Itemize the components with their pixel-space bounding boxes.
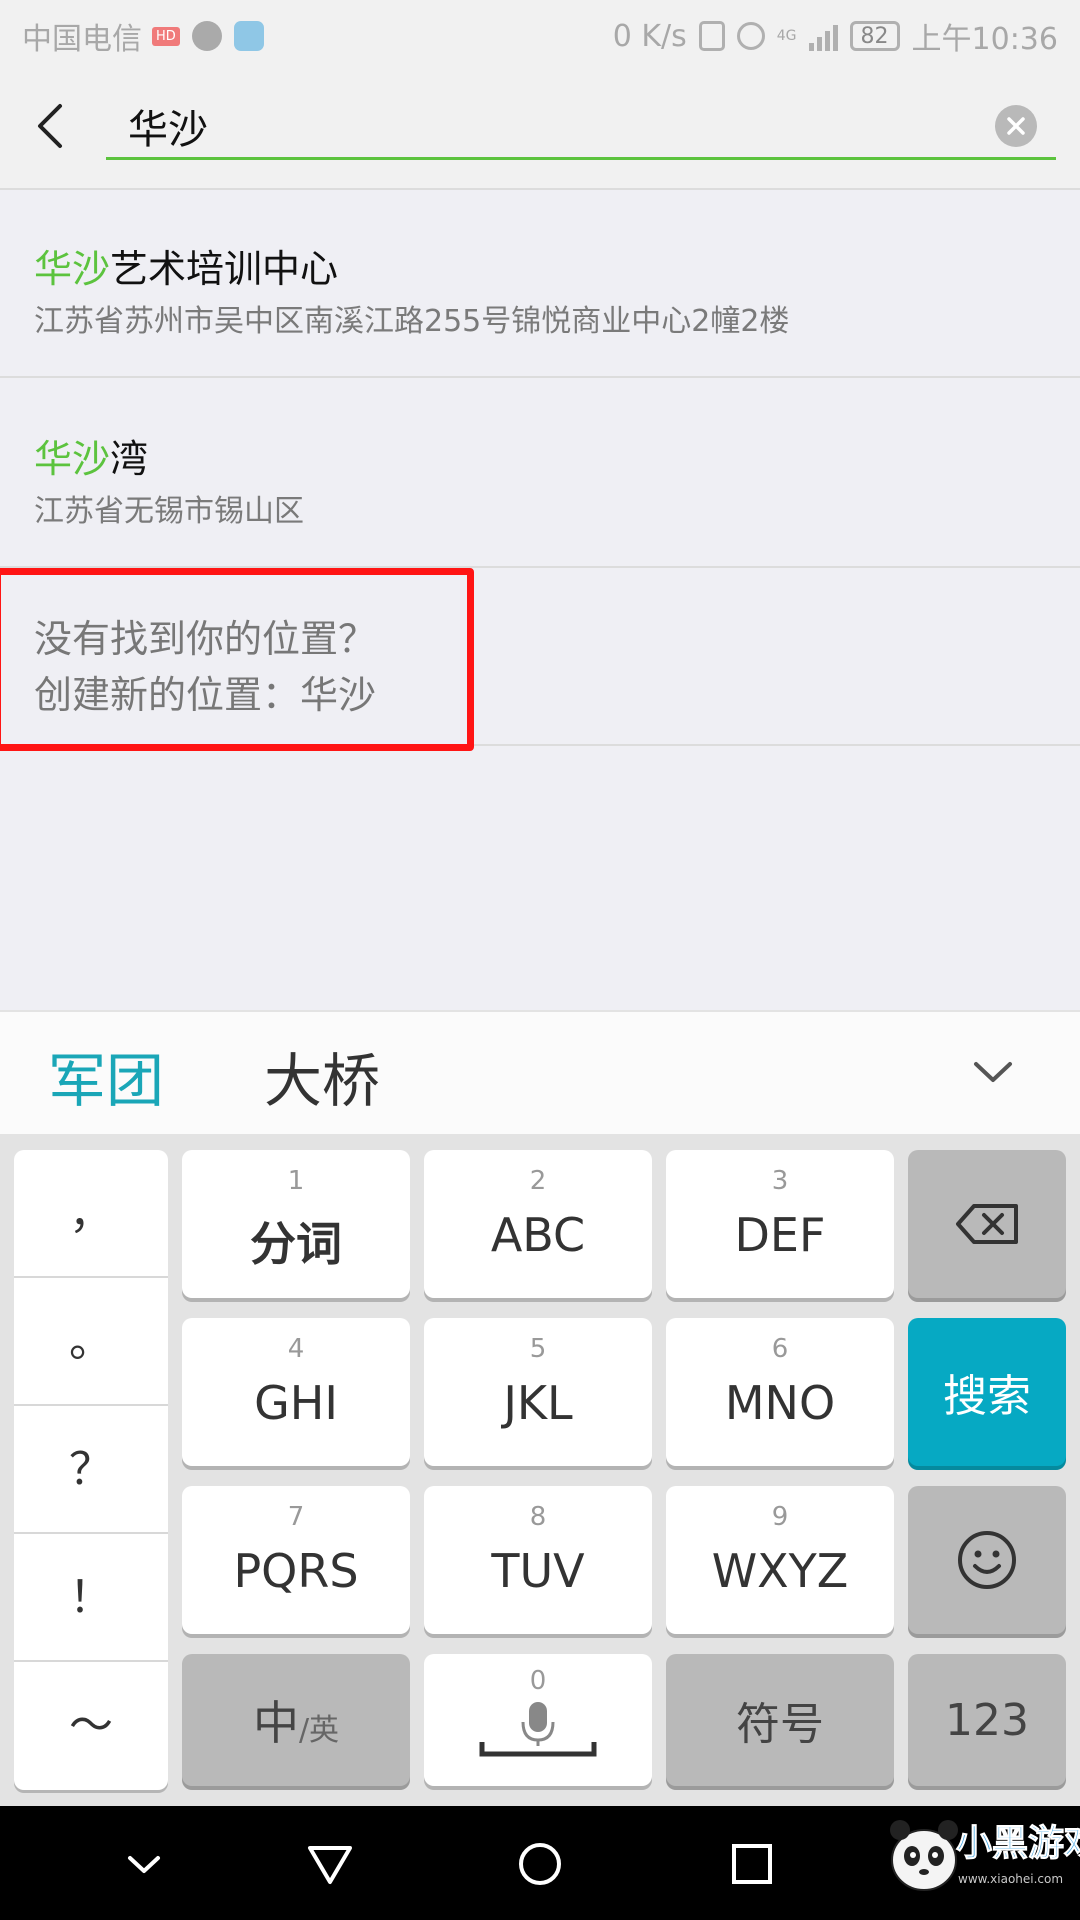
square-recents-icon (732, 1844, 772, 1884)
key-number: 6 (771, 1334, 789, 1364)
list-item[interactable]: 华沙湾 江苏省无锡市锡山区 (0, 380, 1080, 568)
key-number: 3 (771, 1166, 789, 1196)
list-item[interactable]: 华沙艺术培训中心 江苏省苏州市吴中区南溪江路255号锦悦商业中心2幢2楼 (0, 190, 1080, 378)
watermark-text: 小黑游戏 (955, 1823, 1080, 1865)
microphone-icon (479, 1702, 597, 1757)
back-button[interactable] (24, 94, 84, 158)
battery-level: 82 (849, 21, 900, 51)
symbols-key-label: 符号 (736, 1699, 824, 1750)
key-label: JKL (503, 1376, 573, 1430)
back-nav-button[interactable] (300, 1834, 360, 1894)
result-title: 华沙艺术培训中心 (34, 238, 338, 293)
vibrate-icon (698, 21, 725, 51)
key-label: WXYZ (711, 1544, 849, 1598)
punctuation-key[interactable]: 。 (14, 1278, 168, 1406)
title-highlight: 华沙 (34, 437, 111, 481)
key-3[interactable]: 3 DEF (666, 1150, 894, 1298)
backspace-icon (956, 1204, 1018, 1244)
ime-candidate-bar: 军团 大桥 (0, 1010, 1080, 1136)
key-8[interactable]: 8 TUV (424, 1486, 652, 1634)
clock: 上午10:36 (911, 22, 1058, 57)
key-number: 7 (287, 1502, 305, 1532)
carrier-name: 中国电信 (22, 22, 142, 57)
key-label: GHI (254, 1376, 338, 1430)
alarm-icon (736, 22, 765, 50)
key-6[interactable]: 6 MNO (666, 1318, 894, 1466)
recents-nav-button[interactable] (722, 1834, 782, 1894)
key-2[interactable]: 2 ABC (424, 1150, 652, 1298)
symbols-key[interactable]: 符号 (666, 1654, 894, 1786)
search-key-label: 搜索 (943, 1371, 1031, 1422)
not-found-text: 没有找到你的位置？ (34, 617, 377, 661)
chevron-left-icon (38, 104, 62, 148)
watermark-logo: 小黑游戏 www.xiaohei.com (886, 1786, 1080, 1916)
triangle-back-icon (308, 1846, 352, 1884)
lang-main-label: 中 (252, 1696, 299, 1750)
candidate-word[interactable]: 军团 (48, 1034, 164, 1118)
watermark-url: www.xiaohei.com (958, 1872, 1064, 1886)
result-address: 江苏省无锡市锡山区 (34, 494, 304, 529)
key-4[interactable]: 4 GHI (182, 1318, 410, 1466)
key-label: DEF (734, 1208, 826, 1262)
chevron-down-icon (128, 1856, 160, 1873)
key-1[interactable]: 1 分词 (182, 1150, 410, 1298)
search-input[interactable] (106, 94, 1056, 160)
key-number: 2 (529, 1166, 547, 1196)
signal-icon (808, 21, 838, 51)
shield-app-icon (233, 21, 264, 51)
key-5[interactable]: 5 JKL (424, 1318, 652, 1466)
ime-keyboard: ， 。 ？ ！ ～ 1 分词 2 ABC 3 DEF 4 GHI 5 JKL 6… (0, 1134, 1080, 1806)
key-label: MNO (724, 1376, 836, 1430)
clear-search-button[interactable] (995, 105, 1037, 147)
numbers-key-label: 123 (945, 1694, 1029, 1746)
circle-home-icon (519, 1843, 561, 1885)
key-9[interactable]: 9 WXYZ (666, 1486, 894, 1634)
lang-sub-label: /英 (298, 1713, 340, 1748)
key-number: 9 (771, 1502, 789, 1532)
net-speed: 0 K/s (612, 18, 687, 54)
status-bar: 中国电信 HD 0 K/s 4G 82 上午10:36 (0, 0, 1080, 64)
panda-mascot-icon (890, 1820, 958, 1891)
key-number: 1 (287, 1166, 305, 1196)
key-number: 0 (529, 1666, 547, 1696)
title-highlight: 华沙 (34, 247, 111, 291)
network-type: 4G (776, 28, 797, 44)
create-location-text: 创建新的位置：华沙 (34, 673, 377, 717)
punctuation-key[interactable]: ， (14, 1150, 168, 1278)
backspace-key[interactable] (908, 1150, 1066, 1298)
numbers-key[interactable]: 123 (908, 1654, 1066, 1786)
home-nav-button[interactable] (510, 1834, 570, 1894)
key-number: 8 (529, 1502, 547, 1532)
language-switch-key[interactable]: 中/英 (182, 1654, 410, 1786)
search-key[interactable]: 搜索 (908, 1318, 1066, 1466)
result-title: 华沙湾 (34, 428, 148, 483)
punctuation-column: ， 。 ？ ！ ～ (14, 1150, 168, 1790)
key-label: PQRS (233, 1544, 359, 1598)
key-label: 分词 (250, 1217, 342, 1271)
hide-keyboard-button[interactable] (114, 1834, 174, 1894)
key-7[interactable]: 7 PQRS (182, 1486, 410, 1634)
notification-app-icon (191, 21, 222, 51)
hd-badge: HD (152, 26, 180, 46)
emoji-icon (958, 1531, 1016, 1589)
key-number: 4 (287, 1334, 305, 1364)
key-label: ABC (490, 1208, 586, 1262)
key-label: TUV (491, 1544, 585, 1598)
collapse-keyboard-button[interactable] (968, 1052, 1018, 1092)
result-address: 江苏省苏州市吴中区南溪江路255号锦悦商业中心2幢2楼 (34, 304, 790, 339)
title-rest: 艺术培训中心 (110, 247, 339, 291)
candidate-word[interactable]: 大桥 (264, 1034, 380, 1118)
punctuation-key[interactable]: ～ (14, 1662, 168, 1790)
key-number: 5 (529, 1334, 547, 1364)
title-rest: 湾 (110, 437, 149, 481)
close-icon (1007, 117, 1025, 135)
create-location-item[interactable]: 没有找到你的位置？ 创建新的位置：华沙 (0, 568, 1080, 746)
search-header (0, 64, 1080, 188)
chevron-down-icon (974, 1062, 1012, 1082)
punctuation-key[interactable]: ？ (14, 1406, 168, 1534)
punctuation-key[interactable]: ！ (14, 1534, 168, 1662)
space-key[interactable]: 0 (424, 1654, 652, 1786)
emoji-key[interactable] (908, 1486, 1066, 1634)
